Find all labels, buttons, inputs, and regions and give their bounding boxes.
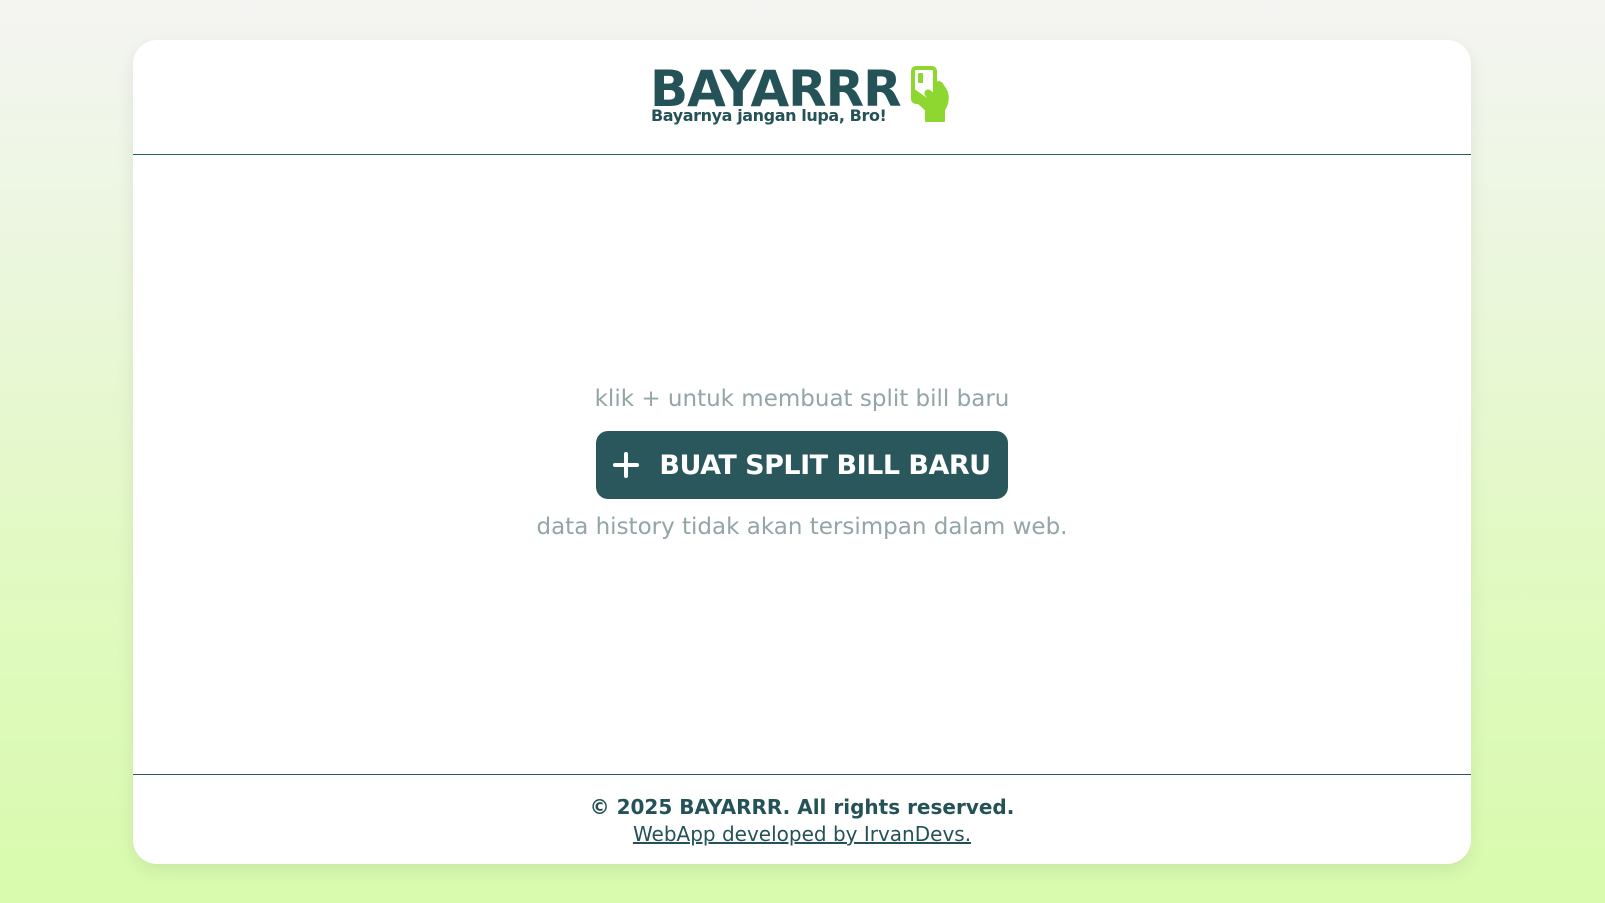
history-notice-text: data history tidak akan tersimpan dalam … — [536, 514, 1068, 540]
app-logo[interactable]: BAYARRR Bayarnya jangan lupa, Bro! — [650, 64, 970, 134]
plus-icon — [613, 452, 640, 478]
developer-link[interactable]: WebApp developed by IrvanDevs. — [633, 821, 971, 847]
create-split-bill-label: BUAT SPLIT BILL BARU — [659, 449, 991, 481]
logo-tagline: Bayarnya jangan lupa, Bro! — [651, 106, 887, 125]
create-split-bill-button[interactable]: BUAT SPLIT BILL BARU — [596, 431, 1008, 499]
copyright-text: © 2025 BAYARRR. All rights reserved. — [589, 795, 1015, 819]
hand-holding-card-icon — [911, 66, 949, 122]
main-content: klik + untuk membuat split bill baru BUA… — [133, 156, 1471, 814]
create-hint-text: klik + untuk membuat split bill baru — [594, 386, 1010, 412]
app-header: BAYARRR Bayarnya jangan lupa, Bro! — [133, 40, 1471, 155]
app-footer: © 2025 BAYARRR. All rights reserved. Web… — [133, 774, 1471, 864]
main-card: BAYARRR Bayarnya jangan lupa, Bro! klik … — [133, 40, 1471, 864]
